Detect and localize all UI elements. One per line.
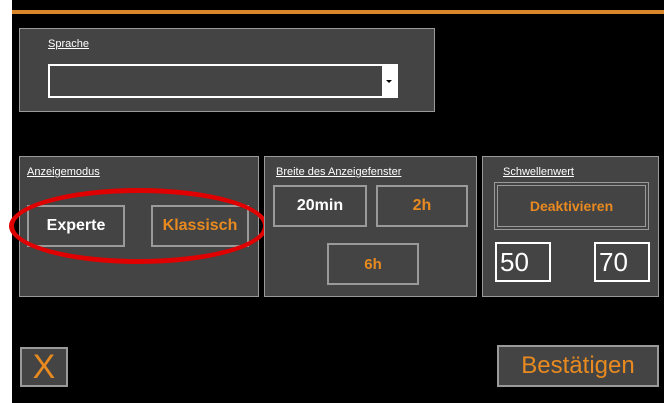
deactivate-button[interactable]: Deaktivieren — [494, 182, 649, 230]
expert-mode-button[interactable]: Experte — [27, 205, 125, 247]
display-mode-title: Anzeigemodus — [27, 166, 100, 178]
threshold-title: Schwellenwert — [503, 166, 574, 178]
classic-mode-button[interactable]: Klassisch — [151, 205, 249, 247]
window-6h-button[interactable]: 6h — [327, 243, 419, 285]
window-width-title: Breite des Anzeigefenster — [276, 166, 402, 178]
language-title: Sprache — [48, 38, 89, 50]
chevron-down-icon[interactable] — [382, 66, 396, 96]
confirm-button[interactable]: Bestätigen — [497, 345, 659, 387]
language-dropdown[interactable] — [48, 64, 398, 98]
top-accent-bar — [12, 10, 664, 14]
threshold-high-input[interactable]: 70 — [594, 242, 650, 282]
cancel-button[interactable]: X — [20, 347, 68, 387]
window-2h-button[interactable]: 2h — [376, 185, 468, 227]
window-20min-button[interactable]: 20min — [273, 185, 367, 227]
threshold-low-input[interactable]: 50 — [495, 242, 551, 282]
